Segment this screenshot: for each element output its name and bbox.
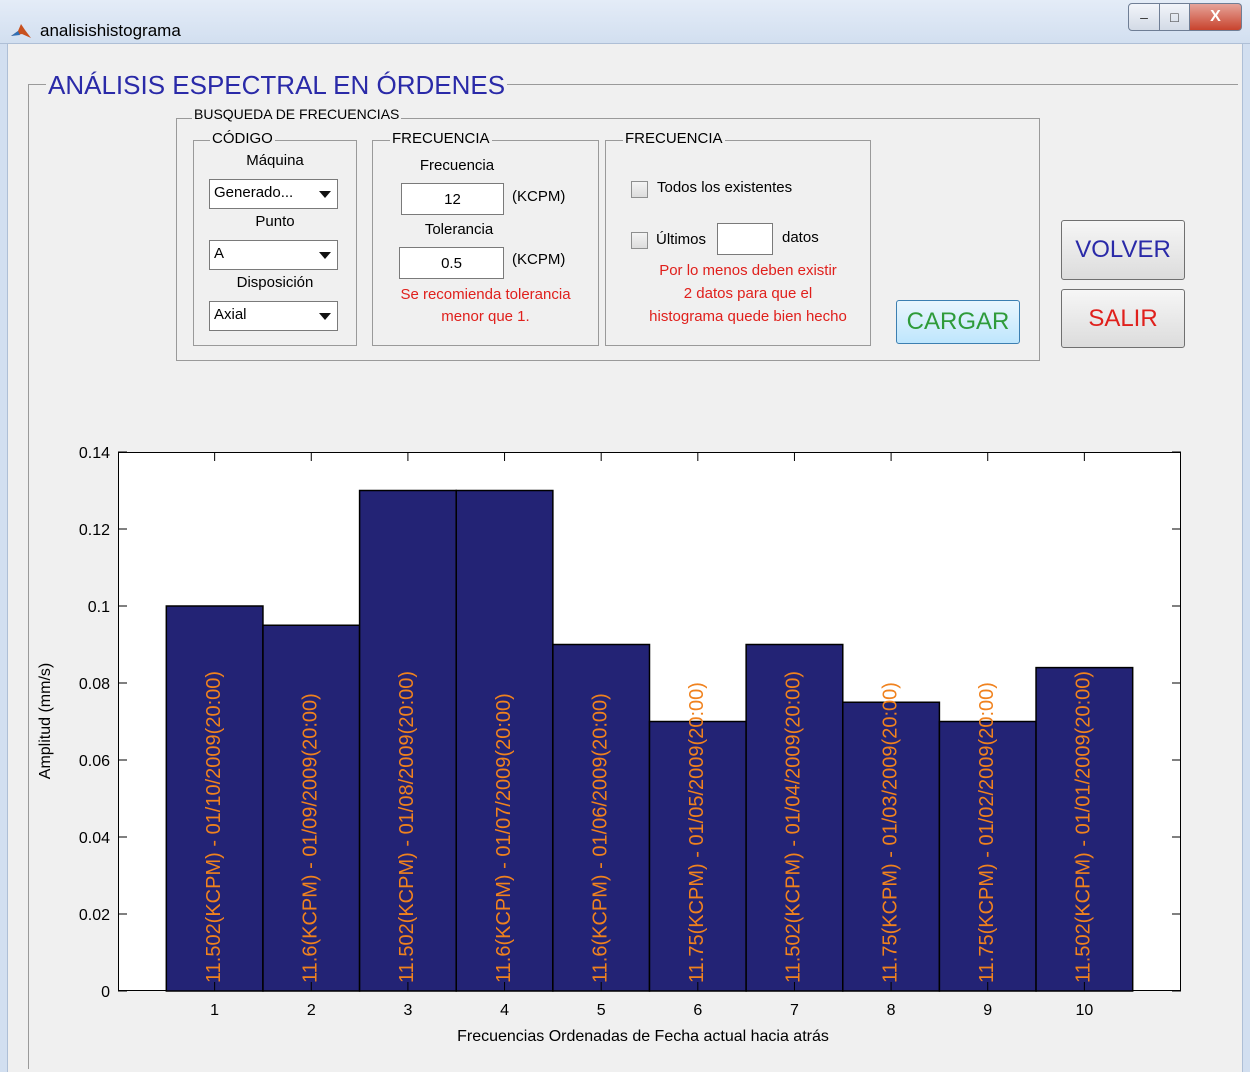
- x-tick-label: 9: [983, 1002, 992, 1019]
- bar-data-label: 11.75(KCPM) - 01/03/2009(20:00): [879, 682, 901, 983]
- bar-data-label: 11.75(KCPM) - 01/05/2009(20:00): [686, 682, 708, 983]
- bar-data-label: 11.6(KCPM) - 01/09/2009(20:00): [300, 693, 322, 983]
- bar-data-label: 11.502(KCPM) - 01/01/2009(20:00): [1073, 671, 1095, 983]
- x-tick-label: 10: [1075, 1002, 1093, 1019]
- x-axis-label: Frecuencias Ordenadas de Fecha actual ha…: [457, 1028, 829, 1045]
- x-tick-label: 3: [403, 1002, 412, 1019]
- y-tick-label: 0.06: [79, 753, 110, 770]
- x-tick-label: 7: [790, 1002, 799, 1019]
- x-tick-label: 2: [307, 1002, 316, 1019]
- x-tick-label: 4: [500, 1002, 509, 1019]
- x-tick-label: 6: [693, 1002, 702, 1019]
- y-tick-label: 0.1: [88, 599, 110, 616]
- bar-data-label: 11.502(KCPM) - 01/04/2009(20:00): [783, 671, 805, 983]
- y-tick-label: 0.04: [79, 830, 110, 847]
- bar-data-label: 11.75(KCPM) - 01/02/2009(20:00): [976, 682, 998, 983]
- y-tick-label: 0.08: [79, 676, 110, 693]
- bar-data-label: 11.502(KCPM) - 01/10/2009(20:00): [203, 671, 225, 983]
- x-tick-label: 5: [597, 1002, 606, 1019]
- x-tick-label: 8: [887, 1002, 896, 1019]
- bar-data-label: 11.6(KCPM) - 01/07/2009(20:00): [493, 693, 515, 983]
- y-tick-label: 0.02: [79, 907, 110, 924]
- bar-data-label: 11.502(KCPM) - 01/08/2009(20:00): [396, 671, 418, 983]
- bar-data-label: 11.6(KCPM) - 01/06/2009(20:00): [589, 693, 611, 983]
- y-tick-label: 0.12: [79, 522, 110, 539]
- x-tick-label: 1: [210, 1002, 219, 1019]
- y-axis-label: Amplitud (mm/s): [37, 663, 54, 779]
- histogram-chart: 11.502(KCPM) - 01/10/2009(20:00) 11.6(KCP…: [37, 445, 1181, 1045]
- y-tick-label: 0: [101, 984, 110, 1001]
- y-tick-label: 0.14: [79, 445, 110, 462]
